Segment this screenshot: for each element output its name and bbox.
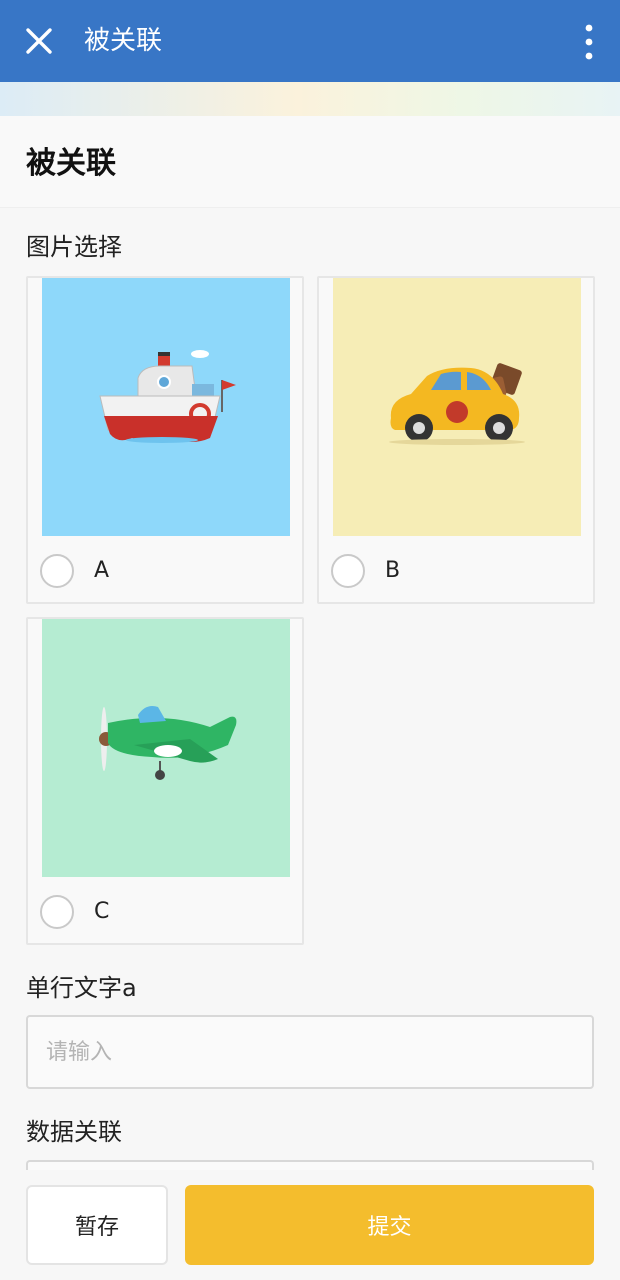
header-title: 被关联	[84, 26, 163, 56]
submit-button[interactable]: 提交	[185, 1185, 594, 1265]
option-label: C	[94, 899, 110, 924]
single-line-text-label: 单行文字a	[26, 974, 137, 1002]
image-option-c[interactable]: C	[26, 617, 304, 945]
data-relation-label: 数据关联	[26, 1118, 122, 1146]
image-option-a[interactable]: A	[26, 276, 304, 604]
option-label: B	[385, 558, 401, 583]
radio-button[interactable]	[331, 554, 365, 588]
image-select-label: 图片选择	[26, 233, 122, 261]
radio-button[interactable]	[40, 554, 74, 588]
decorative-banner	[0, 82, 620, 116]
single-line-text-input[interactable]	[26, 1015, 594, 1089]
airplane-image	[42, 619, 290, 877]
form-title-bar: 被关联	[0, 116, 620, 208]
save-draft-button[interactable]: 暂存	[26, 1185, 168, 1265]
form-title: 被关联	[26, 146, 116, 181]
image-option-b[interactable]: B	[317, 276, 595, 604]
option-label: A	[94, 558, 110, 583]
boat-image	[42, 278, 290, 536]
close-icon[interactable]	[22, 24, 56, 58]
car-image	[333, 278, 581, 536]
footer-bar: 暂存 提交	[0, 1170, 620, 1280]
app-header: 被关联	[0, 0, 620, 82]
radio-button[interactable]	[40, 895, 74, 929]
more-vertical-icon[interactable]	[580, 22, 598, 62]
